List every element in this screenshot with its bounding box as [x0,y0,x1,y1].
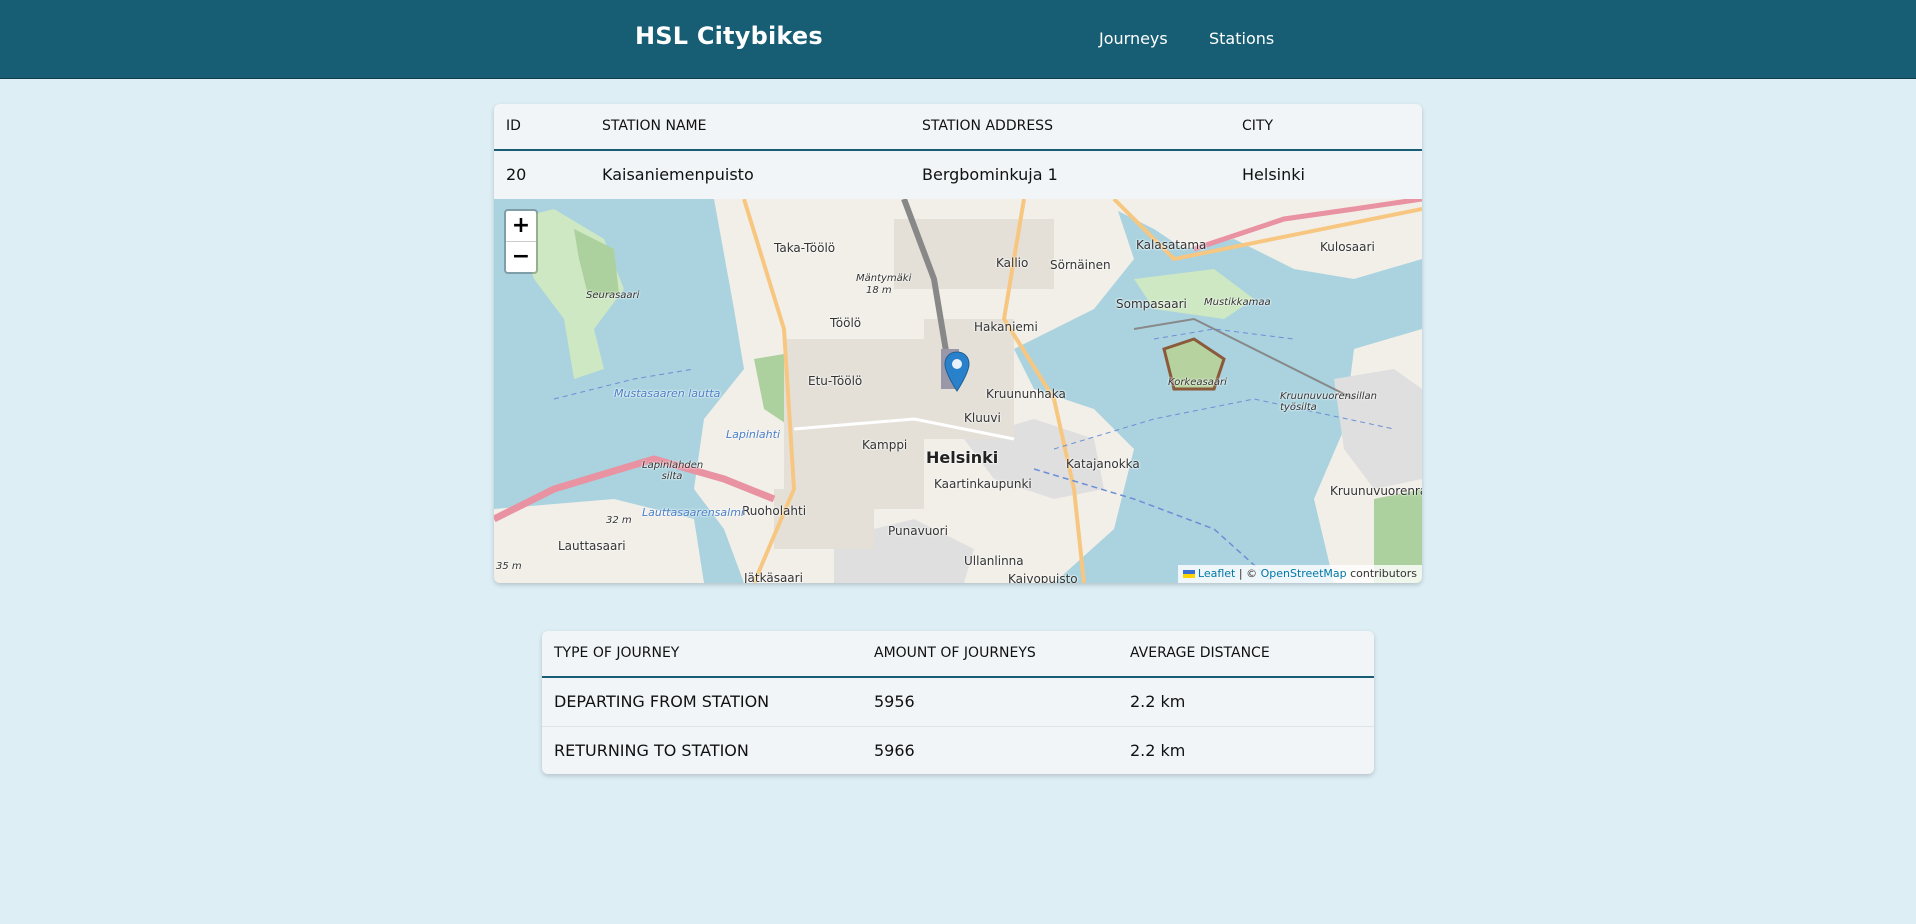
map-label-kaartinkaupunki: Kaartinkaupunki [934,477,1032,491]
map-label-sompasaari: Sompasaari [1116,297,1187,311]
map-label-sornainen: Sörnäinen [1050,258,1111,272]
header-station-address: STATION ADDRESS [922,118,1053,134]
map-label-kalasatama: Kalasatama [1136,238,1207,252]
attribution-suffix: contributors [1346,567,1417,580]
station-id: 20 [506,165,527,184]
header-id: ID [506,118,521,134]
nav-link-journeys[interactable]: Journeys [1099,29,1168,48]
station-table-header: ID STATION NAME STATION ADDRESS CITY [494,104,1422,151]
map-label-lauttasaari: Lauttasaari [558,539,626,553]
journey-distance: 2.2 km [1130,692,1186,711]
map-label-elevation-35: 35 m [496,561,522,572]
brand-title[interactable]: HSL Citybikes [635,22,823,50]
map-label-helsinki: Helsinki [926,448,999,467]
table-row: RETURNING TO STATION 5966 2.2 km [542,727,1374,774]
journey-summary-card: TYPE OF JOURNEY AMOUNT OF JOURNEYS AVERA… [542,631,1374,774]
table-row: DEPARTING FROM STATION 5956 2.2 km [542,678,1374,727]
map-label-kluuvi: Kluuvi [964,411,1001,425]
map-label-toolo: Töölö [830,316,862,330]
map-label-kruunuvuorensillan: Kruunuvuorensillan työsilta [1280,391,1378,413]
map-label-mustasaari-ferry: Mustasaaren lautta [614,387,721,400]
station-address: Bergbominkuja 1 [922,165,1058,184]
openstreetmap-link[interactable]: OpenStreetMap [1261,567,1347,580]
map-label-hakaniemi: Hakaniemi [974,320,1038,334]
station-map[interactable]: Taka-Töölö Kallio Sörnäinen Kalasatama K… [494,199,1422,583]
header-station-name: STATION NAME [602,118,707,134]
map-label-lapinlahden-silta: Lapinlahden silta [642,460,704,482]
map-label-mantymaki: Mäntymäki [856,273,912,284]
map-label-lapinlahti: Lapinlahti [726,428,781,441]
map-label-lauttasaarensalmi: Lauttasaarensalmi [642,506,744,519]
map-label-jatkasaari: Jätkäsaari [744,571,803,583]
header-city: CITY [1242,118,1274,134]
journey-amount: 5956 [874,692,915,711]
map-label-mustikkamaa: Mustikkamaa [1204,297,1271,308]
map-label-kamppi: Kamppi [862,438,908,452]
nav-link-stations[interactable]: Stations [1209,29,1274,48]
map-label-kruunuvuorenranta: Kruunuvuorenra [1330,484,1422,498]
journey-amount: 5966 [874,741,915,760]
top-navbar: HSL Citybikes Journeys Stations [0,0,1916,79]
header-type-of-journey: TYPE OF JOURNEY [554,645,680,661]
map-label-taka-toolo: Taka-Töölö [774,241,836,255]
map-label-elevation-32: 32 m [606,515,632,526]
map-zoom-control: + − [504,209,538,274]
map-label-kulosaari: Kulosaari [1320,240,1375,254]
station-name: Kaisaniemenpuisto [602,165,754,184]
station-details-card: ID STATION NAME STATION ADDRESS CITY 20 … [494,104,1422,583]
attribution-separator: | © [1235,567,1261,580]
ukraine-flag-icon [1182,570,1195,578]
map-label-korkeasaari: Korkeasaari [1168,377,1227,388]
journey-type: DEPARTING FROM STATION [554,692,770,711]
header-average-distance: AVERAGE DISTANCE [1130,645,1270,661]
leaflet-link[interactable]: Leaflet [1198,567,1235,580]
zoom-out-button[interactable]: − [506,242,536,272]
map-label-kaivopuisto: Kaivopuisto [1008,572,1078,583]
summary-table-header: TYPE OF JOURNEY AMOUNT OF JOURNEYS AVERA… [542,631,1374,678]
map-label-mantymaki-elevation: 18 m [866,285,892,296]
map-label-ullanlinna: Ullanlinna [964,554,1024,568]
map-label-kruununhaka: Kruununhaka [986,387,1066,401]
header-amount-of-journeys: AMOUNT OF JOURNEYS [874,645,1036,661]
map-label-katajanokka: Katajanokka [1066,457,1140,471]
map-attribution: Leaflet | © OpenStreetMap contributors [1177,565,1422,583]
journey-distance: 2.2 km [1130,741,1186,760]
station-marker-icon[interactable] [944,351,970,392]
map-label-punavuori: Punavuori [888,524,948,538]
map-label-seurasaari: Seurasaari [586,290,640,301]
zoom-in-button[interactable]: + [506,211,536,242]
station-row: 20 Kaisaniemenpuisto Bergbominkuja 1 Hel… [494,151,1422,199]
journey-type: RETURNING TO STATION [554,741,749,760]
map-label-ruoholahti: Ruoholahti [742,504,807,518]
map-label-kallio: Kallio [996,256,1029,270]
map-label-etu-toolo: Etu-Töölö [808,374,863,388]
station-city: Helsinki [1242,165,1305,184]
